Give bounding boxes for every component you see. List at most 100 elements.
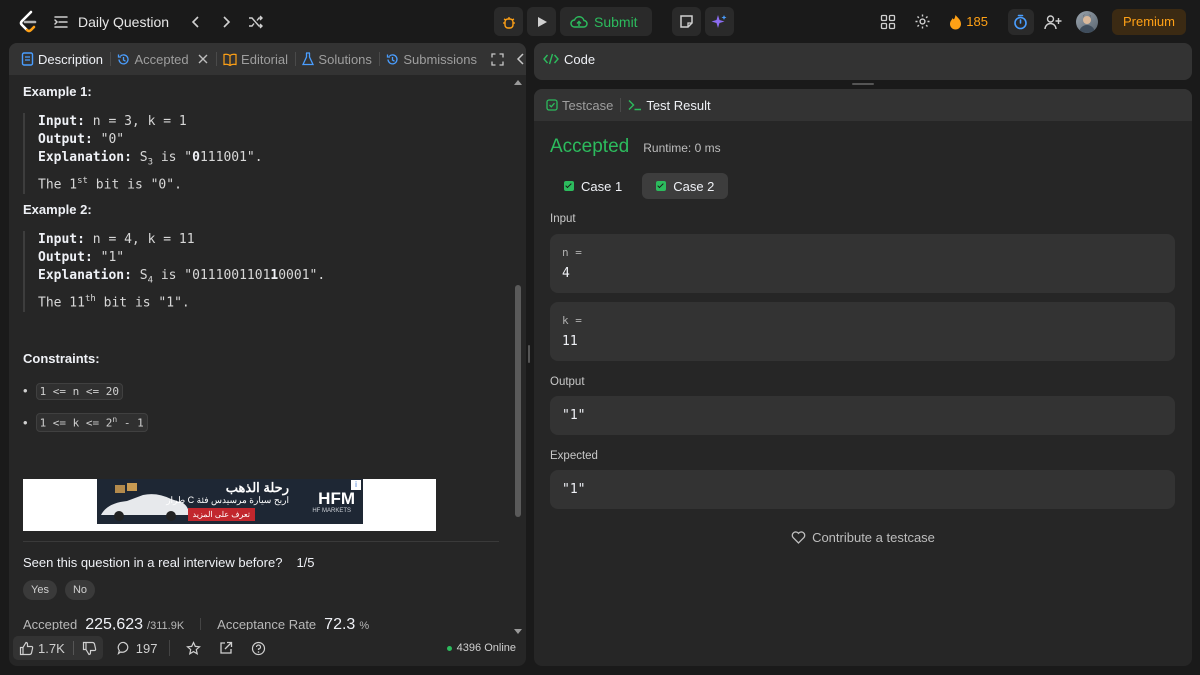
code-brackets-icon	[543, 53, 559, 65]
tab-accepted-label: Accepted	[134, 51, 189, 67]
star-icon[interactable]	[186, 640, 202, 656]
ad-info-icon[interactable]: i	[351, 480, 361, 490]
case-1-tab[interactable]: Case 1	[550, 173, 636, 199]
passed-check-icon	[564, 181, 574, 191]
constraint-item: • 1 <= k <= 2n - 1	[23, 413, 148, 432]
accepted-total: /311.9K	[147, 620, 185, 630]
bullet: •	[23, 414, 28, 430]
contribute-label: Contribute a testcase	[812, 530, 935, 545]
flame-icon	[950, 14, 962, 29]
ad-cta[interactable]: تعرف على المزيد	[187, 508, 255, 521]
tab-test-result[interactable]: Test Result	[624, 89, 714, 121]
input-k-box[interactable]: k = 11	[550, 302, 1175, 361]
share-icon[interactable]	[219, 641, 233, 655]
terminal-icon	[628, 100, 642, 111]
tab-code[interactable]: Code	[534, 43, 1192, 75]
run-button[interactable]	[527, 7, 556, 36]
premium-button[interactable]: Premium	[1111, 8, 1186, 35]
comment-icon	[117, 641, 129, 655]
prev-question-icon[interactable]	[181, 15, 211, 29]
comment-count: 197	[135, 640, 158, 656]
daily-question-title[interactable]: Daily Question	[78, 14, 169, 30]
fullscreen-icon[interactable]	[491, 52, 504, 66]
shuffle-icon[interactable]	[241, 15, 271, 29]
top-navigation-bar: Daily Question Submit 185 Premium	[0, 0, 1200, 43]
like-count: 1.7K	[38, 640, 65, 656]
output-section-label: Output	[550, 376, 585, 388]
interview-question-text: Seen this question in a real interview b…	[23, 555, 283, 570]
example-1-block: Input: n = 3, k = 1 Output: "0" Explanat…	[23, 113, 263, 194]
example-2-input: Input: n = 4, k = 11	[38, 232, 195, 247]
example-1-explanation: Explanation: S3 is "0111001".	[38, 150, 263, 168]
tab-accepted[interactable]: Accepted	[113, 43, 212, 75]
submit-label: Submit	[594, 13, 638, 30]
pill-divider	[72, 641, 74, 655]
description-footer: 1.7K 197 4396 Online	[9, 630, 526, 666]
constraints-heading: Constraints:	[23, 351, 100, 366]
settings-gear-icon[interactable]	[914, 13, 931, 30]
output-value: "1"	[562, 408, 586, 423]
debug-icon[interactable]	[494, 7, 523, 36]
tab-testcase[interactable]: Testcase	[542, 89, 617, 121]
advertisement-banner[interactable]: رحلة الذهب اربح سيارة مرسيدس فئة C طراز …	[23, 479, 436, 531]
timer-icon[interactable]	[1007, 8, 1034, 35]
cloud-upload-icon	[570, 15, 588, 28]
expected-box[interactable]: "1"	[550, 470, 1175, 509]
tab-test-result-label: Test Result	[646, 97, 711, 113]
contribute-testcase-button[interactable]: Contribute a testcase	[534, 530, 1192, 545]
notes-icon[interactable]	[671, 7, 701, 36]
add-friend-icon[interactable]	[1044, 14, 1062, 30]
comments-button[interactable]: 197	[117, 640, 158, 656]
tab-submissions[interactable]: Submissions	[382, 43, 481, 75]
tab-solutions[interactable]: Solutions	[298, 43, 375, 75]
tab-description-label: Description	[38, 51, 104, 67]
input-n-label: n =	[562, 246, 582, 259]
tab-solutions-label: Solutions	[318, 51, 372, 67]
case-tabs: Case 1 Case 2	[550, 173, 729, 199]
tab-description[interactable]: Description	[17, 43, 107, 75]
passed-check-icon	[656, 181, 667, 191]
interview-count: 1/5	[296, 555, 315, 570]
case-1-label: Case 1	[581, 178, 623, 194]
scrollbar-thumb[interactable]	[515, 285, 521, 517]
ad-creative[interactable]: رحلة الذهب اربح سيارة مرسيدس فئة C طراز …	[97, 479, 363, 524]
tab-divider	[620, 98, 622, 112]
output-box[interactable]: "1"	[550, 396, 1175, 435]
vertical-splitter-handle[interactable]	[528, 345, 530, 363]
ad-subtitle: اربح سيارة مرسيدس فئة C طراز	[166, 495, 289, 505]
layout-grid-icon[interactable]	[880, 14, 896, 30]
heart-icon	[791, 531, 806, 544]
case-2-tab[interactable]: Case 2	[642, 173, 729, 199]
leetcode-logo[interactable]	[14, 8, 42, 36]
ad-title: رحلة الذهب	[225, 480, 289, 495]
input-n-box[interactable]: n = 4	[550, 234, 1175, 293]
case-2-label: Case 2	[673, 178, 715, 194]
yes-button[interactable]: Yes	[23, 580, 57, 600]
collapse-panel-icon[interactable]	[516, 53, 526, 65]
footer-divider	[169, 640, 171, 656]
runtime-text: Runtime: 0 ms	[643, 141, 721, 155]
close-icon[interactable]	[197, 53, 209, 65]
example-1-input: Input: n = 3, k = 1	[38, 114, 187, 129]
thumbs-down-icon[interactable]	[82, 641, 97, 656]
thumbs-up-icon[interactable]	[19, 641, 34, 656]
stats-row: Accepted 225,623 /311.9K Acceptance Rate…	[23, 616, 503, 630]
horizontal-splitter-handle[interactable]	[852, 83, 874, 85]
help-icon[interactable]	[251, 641, 266, 656]
example-1-note: The 1st bit is "0".	[38, 175, 182, 192]
tab-submissions-label: Submissions	[403, 51, 478, 67]
description-scrollbar[interactable]	[513, 75, 523, 634]
constraint-item: • 1 <= n <= 20	[23, 383, 124, 400]
tab-editorial[interactable]: Editorial	[219, 43, 292, 75]
scroll-up-icon[interactable]	[513, 78, 523, 86]
next-question-icon[interactable]	[211, 15, 241, 29]
ai-sparkle-icon[interactable]	[704, 7, 734, 36]
user-avatar[interactable]	[1075, 10, 1098, 33]
streak-counter[interactable]: 185	[949, 14, 988, 30]
interview-answer-buttons: Yes No	[23, 580, 96, 600]
result-tabs: Testcase Test Result	[534, 89, 1192, 121]
submit-button[interactable]: Submit	[560, 7, 652, 36]
no-button[interactable]: No	[64, 580, 96, 600]
problem-list-icon[interactable]	[52, 13, 70, 31]
input-n-value: 4	[562, 266, 570, 281]
